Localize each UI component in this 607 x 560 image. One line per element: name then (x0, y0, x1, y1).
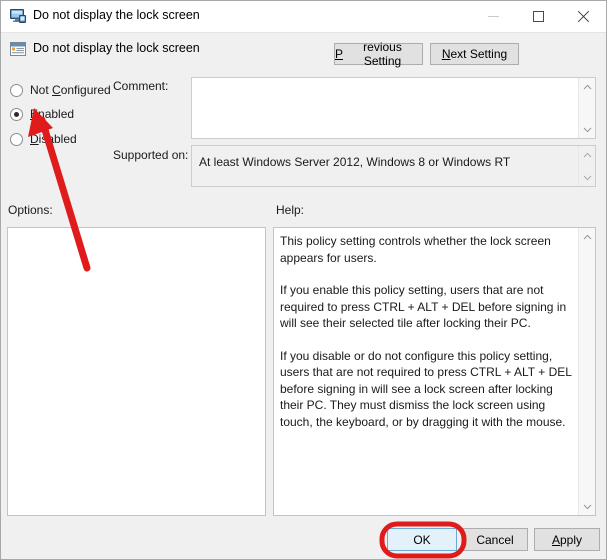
supported-on-label: Supported on: (113, 148, 189, 162)
apply-button[interactable]: Apply (534, 528, 600, 551)
supported-on-value: At least Windows Server 2012, Windows 8 … (199, 155, 511, 169)
maximize-icon (533, 10, 544, 22)
minimize-icon (488, 15, 499, 17)
help-paragraph: If you disable or do not configure this … (280, 348, 572, 429)
window-title: Do not display the lock screen (33, 8, 200, 22)
radio-not-configured[interactable]: Not Configured (10, 81, 111, 99)
maximize-button[interactable] (516, 1, 561, 31)
comment-scrollbar[interactable] (578, 78, 595, 138)
radio-disabled-mark (10, 132, 23, 146)
radio-not-configured-suffix: onfigured (60, 83, 111, 97)
policy-name: Do not display the lock screen (33, 41, 200, 55)
next-setting-accesskey: N (441, 47, 451, 61)
title-bar: Do not display the lock screen (1, 1, 606, 33)
radio-not-configured-accesskey: C (52, 83, 61, 97)
previous-setting-suffix: revious Setting (363, 40, 402, 68)
help-text: This policy setting controls whether the… (280, 233, 573, 430)
chevron-up-icon[interactable] (579, 229, 596, 244)
chevron-down-icon[interactable] (579, 122, 596, 137)
next-setting-button[interactable]: Next Setting (430, 43, 519, 65)
radio-enabled-suffix: nabled (38, 107, 75, 121)
help-paragraph: This policy setting controls whether the… (280, 234, 551, 265)
options-pane[interactable] (7, 227, 266, 516)
radio-enabled[interactable]: Enabled (10, 105, 74, 123)
radio-enabled-accesskey: E (30, 107, 39, 121)
supported-on-scrollbar[interactable] (578, 146, 595, 186)
comment-label: Comment: (113, 79, 169, 93)
help-label: Help: (276, 203, 305, 217)
radio-disabled[interactable]: Disabled (10, 130, 77, 148)
supported-on-field: At least Windows Server 2012, Windows 8 … (191, 145, 596, 187)
help-scrollbar[interactable] (578, 228, 595, 515)
radio-disabled-accesskey: D (30, 132, 39, 146)
chevron-down-icon[interactable] (579, 170, 596, 185)
previous-setting-button[interactable]: Previous Setting (334, 40, 423, 68)
help-paragraph: If you enable this policy setting, users… (280, 283, 567, 330)
radio-disabled-label: Disabled (30, 132, 77, 146)
radio-enabled-mark (10, 107, 23, 121)
monitor-icon (10, 9, 26, 24)
close-icon (577, 10, 590, 23)
comment-input[interactable] (191, 77, 596, 139)
radio-enabled-label: Enabled (30, 107, 74, 121)
radio-not-configured-prefix: Not (30, 83, 53, 97)
chevron-up-icon[interactable] (579, 79, 596, 94)
chevron-up-icon[interactable] (579, 147, 596, 162)
ok-button[interactable]: OK (387, 528, 457, 551)
cancel-button[interactable]: Cancel (462, 528, 528, 551)
policy-setting-icon (10, 41, 26, 57)
apply-suffix: pply (560, 532, 583, 547)
options-label: Options: (8, 203, 53, 217)
help-pane[interactable]: This policy setting controls whether the… (273, 227, 596, 516)
next-setting-suffix: ext Setting (450, 47, 508, 61)
radio-not-configured-mark (10, 83, 23, 97)
radio-disabled-suffix: isabled (38, 132, 77, 146)
minimize-button[interactable] (471, 1, 516, 31)
radio-not-configured-label: Not Configured (30, 83, 111, 97)
apply-accesskey: A (551, 532, 560, 547)
previous-setting-accesskey: P (335, 47, 344, 61)
policy-setting-dialog: Do not display the lock screen Do not di… (0, 0, 607, 560)
close-button[interactable] (561, 1, 606, 31)
chevron-down-icon[interactable] (579, 499, 596, 514)
